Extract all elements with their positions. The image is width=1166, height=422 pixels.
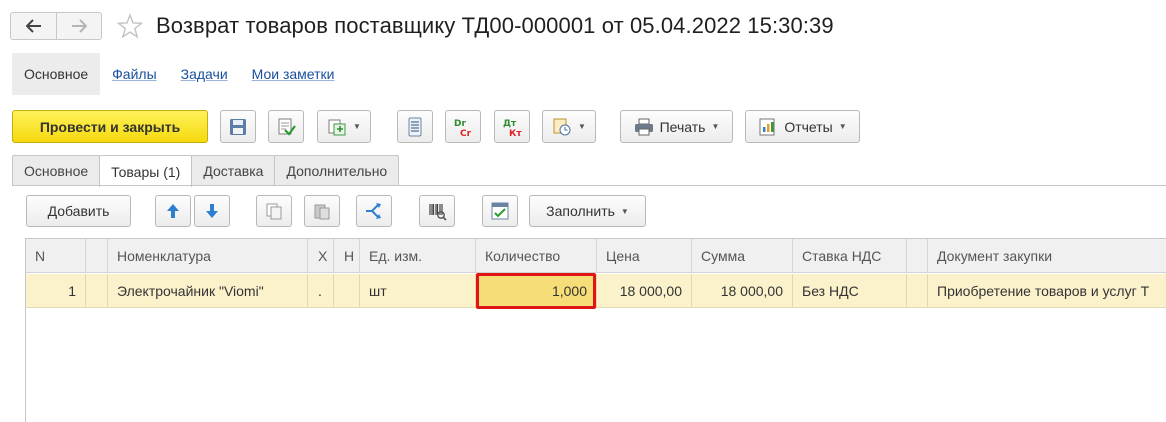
history-button[interactable]: ▼	[542, 110, 596, 143]
arrow-right-icon	[72, 19, 87, 33]
dropdown-arrow-icon: ▼	[838, 122, 847, 131]
cell-unit[interactable]: шт	[360, 274, 476, 307]
kt-label: Кт	[509, 129, 522, 138]
cell-h[interactable]	[334, 274, 360, 307]
add-row-button[interactable]: Добавить	[26, 195, 131, 227]
create-based-on-icon	[328, 119, 346, 135]
move-up-button[interactable]	[155, 195, 191, 227]
paste-icon	[314, 204, 330, 220]
reports-button[interactable]: Отчеты ▼	[745, 110, 860, 143]
select-goods-button[interactable]	[482, 195, 518, 227]
header-n[interactable]: N	[26, 239, 86, 273]
dropdown-arrow-icon: ▼	[353, 122, 361, 131]
cell-sum[interactable]: 18 000,00	[692, 274, 793, 307]
table-command-bar: Добавить Заполнить ▼	[26, 195, 1166, 227]
structure-button[interactable]	[397, 110, 433, 143]
header-unit[interactable]: Ед. изм.	[360, 239, 476, 273]
cell-n[interactable]: 1	[26, 274, 86, 307]
header-sum[interactable]: Сумма	[692, 239, 793, 273]
dt-kt-button[interactable]: Дт Кт	[494, 110, 530, 143]
header-price[interactable]: Цена	[597, 239, 692, 273]
goods-table: N Номенклатура Х Н Ед. изм. Количество Ц…	[25, 238, 1166, 422]
arrow-left-icon	[25, 19, 41, 33]
tab-goods[interactable]: Товары (1)	[99, 155, 193, 187]
arrow-up-icon	[167, 204, 179, 218]
section-main[interactable]: Основное	[12, 53, 101, 95]
post-and-close-button[interactable]: Провести и закрыть	[12, 110, 208, 143]
table-row[interactable]: 1 Электрочайник "Viomi" . шт 1,000 18 00…	[26, 274, 1166, 308]
print-button[interactable]: Печать ▼	[620, 110, 733, 143]
header-nomenclature[interactable]: Номенклатура	[108, 239, 308, 273]
dropdown-arrow-icon: ▼	[578, 122, 586, 131]
save-button[interactable]	[220, 110, 256, 143]
dt-label: Дт	[503, 119, 517, 129]
command-bar: Провести и закрыть ▼ Dr Cr Дт Кт ▼ Печать …	[12, 110, 1162, 144]
nav-history	[10, 12, 102, 40]
section-files[interactable]: Файлы	[100, 53, 168, 95]
section-tasks[interactable]: Задачи	[169, 53, 240, 95]
cell-vat-rate[interactable]: Без НДС	[793, 274, 907, 307]
paste-row-button[interactable]	[304, 195, 340, 227]
arrow-down-icon	[206, 204, 218, 218]
cell-purchase-document[interactable]: Приобретение товаров и услуг Т	[928, 274, 1166, 307]
svg-text:Dr: Dr	[454, 119, 466, 129]
print-label: Печать	[659, 118, 706, 135]
tab-bar: Основное Товары (1) Доставка Дополнитель…	[12, 155, 400, 187]
create-based-on-button[interactable]: ▼	[317, 110, 371, 143]
checklist-icon	[491, 202, 509, 220]
header-purchase-document[interactable]: Документ закупки	[928, 239, 1166, 273]
barcode-icon	[429, 204, 447, 221]
tab-divider	[12, 185, 1166, 186]
star-icon	[117, 13, 143, 39]
title-bar: Возврат товаров поставщику ТД00-000001 о…	[10, 8, 834, 44]
reports-icon	[759, 118, 775, 135]
tab-main[interactable]: Основное	[12, 155, 101, 186]
fill-button[interactable]: Заполнить ▼	[529, 195, 646, 227]
copy-icon	[266, 203, 282, 220]
tab-delivery[interactable]: Доставка	[191, 155, 276, 186]
cell-price[interactable]: 18 000,00	[597, 274, 692, 307]
list-structure-icon	[408, 117, 422, 136]
dr-cr-icon: DrCr	[454, 119, 472, 138]
header-vat-rate[interactable]: Ставка НДС	[793, 239, 907, 273]
dropdown-arrow-icon: ▼	[711, 122, 720, 131]
barcode-search-button[interactable]	[419, 195, 455, 227]
copy-row-button[interactable]	[256, 195, 292, 227]
back-button[interactable]	[11, 13, 56, 39]
split-branch-icon	[366, 203, 381, 219]
header-h[interactable]: Н	[334, 239, 360, 273]
dr-cr-button[interactable]: Dr Cr	[445, 110, 481, 143]
cell-icon-col	[86, 274, 108, 307]
move-down-button[interactable]	[194, 195, 230, 227]
post-document-icon	[278, 118, 296, 136]
header-icon-col	[86, 239, 108, 273]
table-header: N Номенклатура Х Н Ед. изм. Количество Ц…	[26, 239, 1166, 273]
dt-kt-icon: ДтКт	[503, 119, 522, 138]
svg-text:Cr: Cr	[460, 129, 472, 138]
fill-label: Заполнить	[546, 203, 615, 219]
favorite-button[interactable]	[116, 12, 144, 40]
header-quantity[interactable]: Количество	[476, 239, 597, 273]
dropdown-arrow-icon: ▼	[620, 206, 629, 216]
cell-quantity[interactable]: 1,000	[476, 274, 597, 307]
header-characteristic[interactable]: Х	[308, 239, 334, 273]
header-spacer	[907, 239, 928, 273]
cell-spacer	[907, 274, 928, 307]
document-clock-icon	[553, 118, 571, 135]
printer-icon	[634, 118, 653, 135]
section-nav: Основное Файлы Задачи Мои заметки	[12, 53, 346, 95]
cell-characteristic[interactable]: .	[308, 274, 334, 307]
split-row-button[interactable]	[356, 195, 392, 227]
floppy-disk-icon	[230, 118, 246, 135]
reports-label: Отчеты	[784, 118, 833, 135]
section-my-notes[interactable]: Мои заметки	[240, 53, 347, 95]
document-title: Возврат товаров поставщику ТД00-000001 о…	[156, 13, 834, 38]
tab-additional[interactable]: Дополнительно	[274, 155, 400, 186]
post-button[interactable]	[268, 110, 304, 143]
forward-button[interactable]	[56, 13, 101, 39]
cell-nomenclature[interactable]: Электрочайник "Viomi"	[108, 274, 308, 307]
